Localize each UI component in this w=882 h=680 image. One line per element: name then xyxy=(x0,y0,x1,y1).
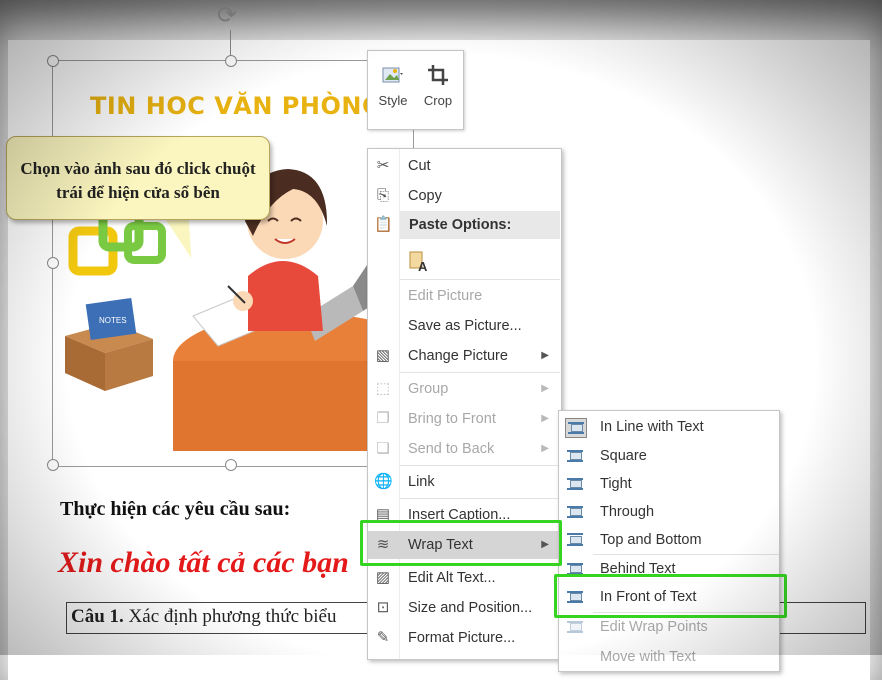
paste-keep-text-option[interactable]: A xyxy=(368,247,561,277)
menu-item-link[interactable]: 🌐 Link xyxy=(368,468,561,496)
picture-title: TIN HOC VĂN PHÒNG xyxy=(90,92,383,120)
question-text: Xác định phương thức biểu xyxy=(123,606,337,627)
menu-separator xyxy=(400,279,560,280)
submenu-arrow-icon: ▶ xyxy=(541,443,549,454)
bring-to-front-icon: ❐ xyxy=(376,410,390,427)
resize-handle-bl[interactable] xyxy=(47,459,59,471)
edit-alt-text-label: Edit Alt Text... xyxy=(408,570,496,586)
paste-options-header: Paste Options: xyxy=(400,211,560,239)
alt-text-icon: ▨ xyxy=(375,569,391,586)
move-with-label: Move with Text xyxy=(600,649,696,665)
size-position-label: Size and Position... xyxy=(408,600,533,616)
scissors-icon: ✂ xyxy=(376,157,390,174)
wrap-through-icon xyxy=(565,503,585,521)
picture-style-icon xyxy=(381,63,405,87)
menu-separator xyxy=(400,372,560,373)
copy-icon: ⎘ xyxy=(376,187,389,204)
wrap-inline-icon xyxy=(565,418,587,438)
square-label: Square xyxy=(600,448,647,464)
picture-illustration: NOTES xyxy=(65,169,413,451)
instruction-callout: Chọn vào ảnh sau đó click chuột trái để … xyxy=(6,136,270,220)
selected-picture[interactable]: NOTES xyxy=(52,60,414,467)
in-line-label: In Line with Text xyxy=(600,419,704,435)
size-position-icon: ⊡ xyxy=(376,599,390,616)
submenu-arrow-icon: ▶ xyxy=(541,383,549,394)
in-front-highlight xyxy=(554,574,787,618)
notes-label: NOTES xyxy=(99,316,127,325)
change-picture-label: Change Picture xyxy=(408,348,508,364)
copy-label: Copy xyxy=(408,188,442,204)
paste-clipboard-icon-row: 📋 xyxy=(368,211,398,239)
top-bottom-label: Top and Bottom xyxy=(600,532,702,548)
wrap-option-square[interactable]: Square xyxy=(559,442,779,470)
menu-item-cut[interactable]: ✂ Cut xyxy=(368,152,561,180)
submenu-arrow-icon: ▶ xyxy=(541,350,549,361)
wrap-option-top-bottom[interactable]: Top and Bottom xyxy=(559,526,779,554)
crop-label: Crop xyxy=(423,93,453,108)
bring-to-front-label: Bring to Front xyxy=(408,411,496,427)
wrap-option-through[interactable]: Through xyxy=(559,498,779,526)
rotate-handle-icon[interactable]: ⟳ xyxy=(217,4,237,28)
submenu-arrow-icon: ▶ xyxy=(541,413,549,424)
menu-item-edit-picture[interactable]: Edit Picture xyxy=(368,282,561,310)
resize-handle-top[interactable] xyxy=(225,55,237,67)
wrap-top-bottom-icon xyxy=(565,531,585,549)
resize-handle-tl[interactable] xyxy=(47,55,59,67)
menu-item-edit-alt-text[interactable]: ▨ Edit Alt Text... xyxy=(368,564,561,592)
menu-item-copy[interactable]: ⎘ Copy xyxy=(368,182,561,210)
menu-item-group[interactable]: ⬚ Group ▶ xyxy=(368,375,561,403)
document-red-text: Xin chào tất cả các bạn xyxy=(58,546,349,579)
menu-separator xyxy=(400,465,560,466)
tight-label: Tight xyxy=(600,476,632,492)
wrap-option-tight[interactable]: Tight xyxy=(559,470,779,498)
format-picture-label: Format Picture... xyxy=(408,630,516,646)
mini-toolbar: Style Crop xyxy=(367,50,464,130)
style-button[interactable]: Style xyxy=(370,51,416,129)
document-heading: Thực hiện các yêu cầu sau: xyxy=(60,498,291,520)
context-menu: ✂ Cut ⎘ Copy Paste Options: 📋 A Edit Pic… xyxy=(367,148,562,660)
svg-text:A: A xyxy=(418,259,428,273)
menu-separator xyxy=(400,498,560,499)
style-label: Style xyxy=(378,93,408,108)
menu-item-bring-to-front[interactable]: ❐ Bring to Front ▶ xyxy=(368,405,561,433)
menu-item-size-position[interactable]: ⊡ Size and Position... xyxy=(368,594,561,622)
through-label: Through xyxy=(600,504,655,520)
wrap-text-submenu: In Line with Text Square Tight Through T… xyxy=(558,410,780,672)
menu-item-change-picture[interactable]: ▧ Change Picture ▶ xyxy=(368,342,561,370)
menu-item-send-to-back[interactable]: ❏ Send to Back ▶ xyxy=(368,435,561,463)
wrap-text-highlight xyxy=(360,520,562,566)
menu-item-format-picture[interactable]: ✎ Format Picture... xyxy=(368,624,561,652)
crop-icon xyxy=(426,63,450,87)
change-picture-icon: ▧ xyxy=(375,347,391,364)
group-label: Group xyxy=(408,381,449,397)
resize-handle-bottom[interactable] xyxy=(225,459,237,471)
clipboard-icon: 📋 xyxy=(374,216,393,233)
save-as-picture-label: Save as Picture... xyxy=(408,318,522,334)
cut-label: Cut xyxy=(408,158,431,174)
wrap-square-icon xyxy=(565,447,585,465)
format-picture-icon: ✎ xyxy=(376,629,390,646)
send-to-back-label: Send to Back xyxy=(408,441,495,457)
edit-wrap-points-icon xyxy=(565,618,585,636)
menu-item-save-as-picture[interactable]: Save as Picture... xyxy=(368,312,561,340)
link-globe-icon: 🌐 xyxy=(374,473,393,490)
wrap-option-move-with-text[interactable]: Move with Text xyxy=(559,643,779,671)
send-to-back-icon: ❏ xyxy=(376,440,390,457)
link-label: Link xyxy=(408,474,435,490)
wrap-tight-icon xyxy=(565,475,585,493)
crop-button[interactable]: Crop xyxy=(415,51,461,129)
resize-handle-left[interactable] xyxy=(47,257,59,269)
edit-picture-label: Edit Picture xyxy=(408,288,483,304)
question-number: Câu 1. xyxy=(71,606,124,627)
wrap-option-inline[interactable]: In Line with Text xyxy=(559,413,779,441)
group-icon: ⬚ xyxy=(375,380,391,397)
paste-text-only-icon: A xyxy=(408,249,430,274)
